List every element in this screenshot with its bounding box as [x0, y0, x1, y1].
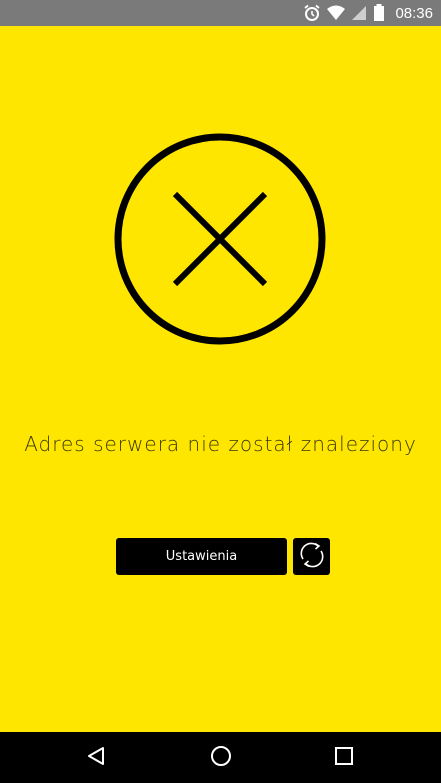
- close-circle-icon: [113, 132, 327, 346]
- error-screen: Adres serwera nie został znaleziony Usta…: [0, 26, 441, 732]
- refresh-icon: [296, 539, 328, 575]
- status-time: 08:36: [395, 4, 433, 22]
- signal-icon: [351, 5, 367, 21]
- refresh-button[interactable]: [293, 538, 330, 575]
- wifi-icon: [327, 5, 346, 21]
- status-bar: 08:36: [0, 0, 441, 26]
- navigation-bar: [0, 732, 441, 783]
- alarm-icon: [303, 4, 321, 22]
- home-icon: [210, 745, 232, 771]
- settings-button[interactable]: Ustawienia: [116, 538, 287, 575]
- battery-icon: [373, 4, 385, 22]
- back-button[interactable]: [56, 732, 136, 783]
- recent-apps-button[interactable]: [304, 732, 384, 783]
- back-icon: [86, 746, 106, 770]
- error-message: Adres serwera nie został znaleziony: [24, 432, 417, 456]
- recent-apps-icon: [334, 746, 354, 770]
- home-button[interactable]: [181, 732, 261, 783]
